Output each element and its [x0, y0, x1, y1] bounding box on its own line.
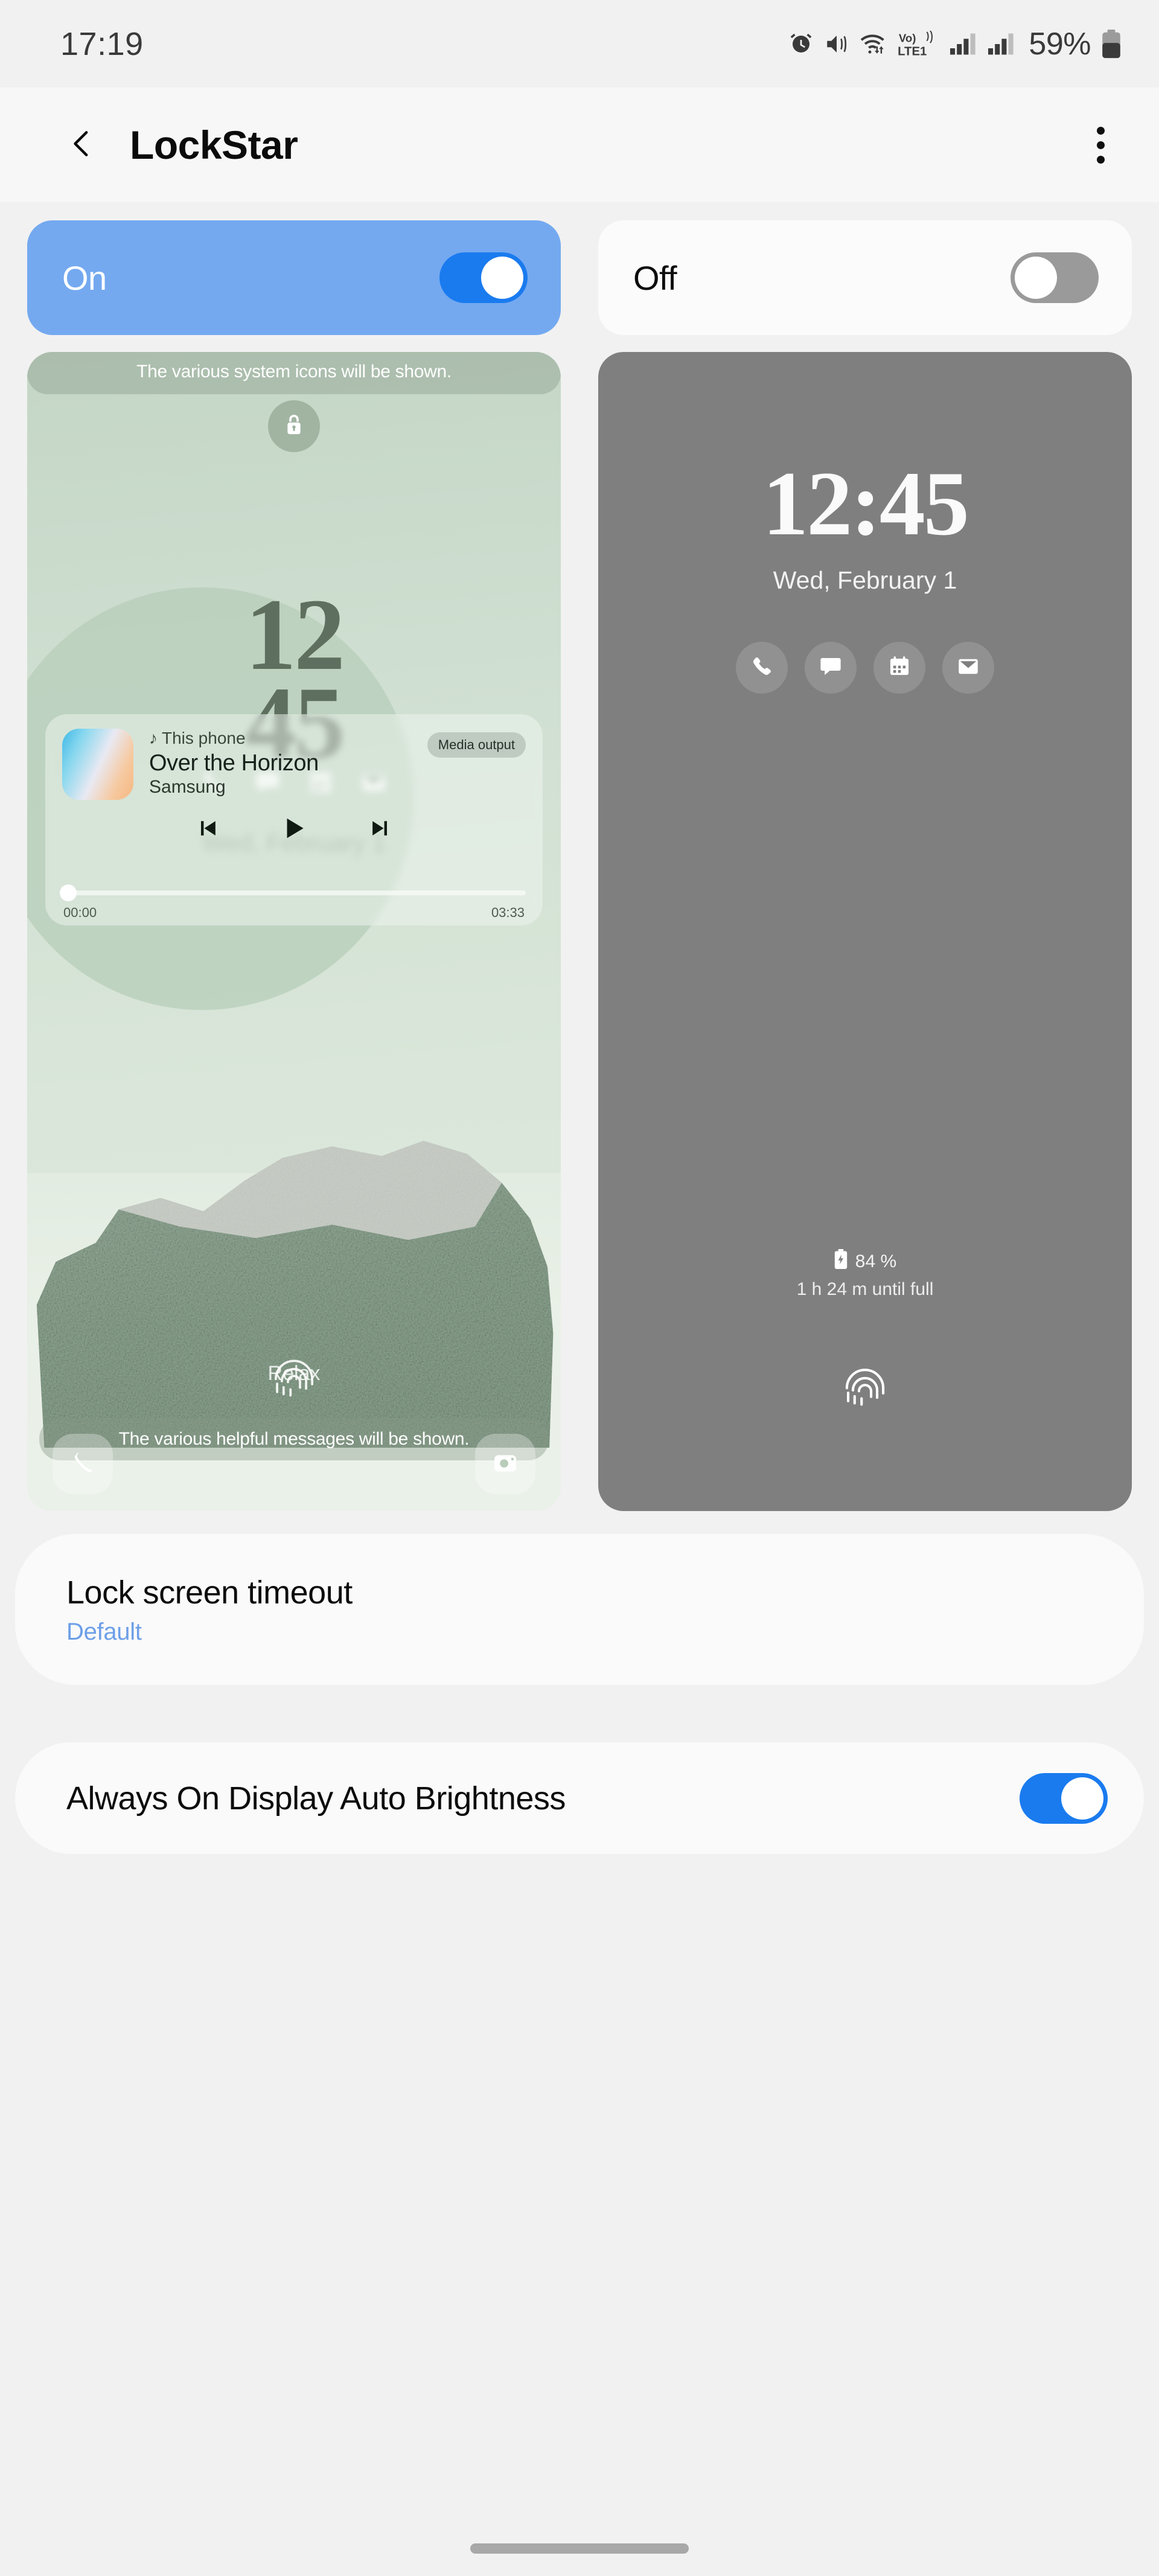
aod-auto-brightness-title: Always On Display Auto Brightness — [66, 1780, 566, 1817]
battery-icon — [1101, 30, 1122, 59]
play-icon[interactable] — [279, 813, 309, 846]
alarm-icon — [788, 31, 814, 57]
aod-auto-brightness-switch[interactable] — [1020, 1773, 1108, 1824]
camera-icon — [491, 1449, 519, 1480]
kebab-dot — [1097, 127, 1105, 135]
skip-next-icon[interactable] — [367, 815, 394, 845]
media-elapsed-time: 00:00 — [63, 905, 97, 921]
mode-off-switch[interactable] — [1011, 252, 1099, 303]
aod-battery-row: 84 % — [598, 1249, 1132, 1274]
media-track-title: Over the Horizon — [149, 750, 427, 776]
media-time-row: 00:00 03:33 — [63, 905, 525, 921]
switch-knob — [1061, 1777, 1103, 1820]
battery-charging-icon — [834, 1249, 848, 1274]
lock-icon-badge — [268, 400, 320, 452]
lock-preview-top-banner: The various system icons will be shown. — [27, 352, 561, 394]
setting-aod-auto-brightness[interactable]: Always On Display Auto Brightness — [15, 1742, 1144, 1854]
kebab-menu-icon[interactable] — [1079, 118, 1122, 172]
mode-off-label: Off — [633, 258, 677, 298]
lock-preview-phone-shortcut[interactable] — [53, 1434, 113, 1494]
aod-battery-status: 84 % 1 h 24 m until full — [598, 1249, 1132, 1300]
skip-previous-icon[interactable] — [194, 815, 221, 845]
back-chevron-icon — [65, 127, 98, 164]
lock-preview-camera-shortcut[interactable] — [475, 1434, 535, 1494]
mode-card-off[interactable]: Off — [598, 220, 1132, 335]
gesture-nav-bar — [0, 2520, 1159, 2576]
mode-card-on[interactable]: On — [27, 220, 561, 335]
lock-screen-preview[interactable]: The various system icons will be shown. … — [27, 352, 561, 1511]
aod-message-shortcut[interactable] — [805, 642, 857, 694]
media-track-artist: Samsung — [149, 777, 427, 797]
lock-timeout-text-group: Lock screen timeout Default — [66, 1574, 353, 1646]
switch-knob — [481, 257, 523, 299]
lock-timeout-value: Default — [66, 1619, 353, 1646]
media-duration-time: 03:33 — [491, 905, 525, 921]
aod-shortcuts — [598, 642, 1132, 694]
aod-battery-time-remaining: 1 h 24 m until full — [598, 1279, 1132, 1300]
lock-preview-top-banner-text: The various system icons will be shown. — [27, 362, 561, 382]
lock-preview-bottom-banner-text: The various helpful messages will be sho… — [39, 1429, 549, 1449]
media-progress-knob[interactable] — [60, 884, 77, 901]
media-output-button[interactable]: Media output — [427, 732, 526, 758]
phone-icon — [749, 654, 774, 682]
status-bar-clock: 17:19 — [60, 25, 144, 63]
volte1-icon: Vo) LTE1 — [898, 31, 939, 57]
signal-sim1-icon — [949, 31, 977, 57]
aod-phone-shortcut[interactable] — [736, 642, 788, 694]
back-button[interactable] — [57, 121, 106, 169]
media-meta: ♪ This phone Over the Horizon Samsung — [149, 729, 427, 797]
signal-sim2-icon — [987, 31, 1015, 57]
preview-row: The various system icons will be shown. … — [0, 335, 1159, 1511]
lock-preview-bottom-banner: The various helpful messages will be sho… — [39, 1418, 549, 1460]
switch-knob — [1015, 257, 1057, 299]
aod-date: Wed, February 1 — [598, 566, 1132, 595]
settings-list: Lock screen timeout Default Always On Di… — [0, 1511, 1159, 1854]
media-controls — [62, 813, 526, 846]
mail-icon — [956, 654, 981, 682]
phone-icon — [69, 1449, 97, 1480]
media-progress-bar[interactable] — [62, 890, 526, 895]
kebab-dot — [1097, 141, 1105, 149]
page-title: LockStar — [130, 122, 1079, 168]
aod-clock: 12:45 — [598, 458, 1132, 549]
battery-percent-label: 59% — [1029, 26, 1091, 62]
music-note-icon: ♪ — [149, 729, 158, 748]
fingerprint-icon[interactable] — [268, 1350, 320, 1405]
kebab-dot — [1097, 156, 1105, 164]
aod-battery-percent: 84 % — [855, 1251, 896, 1272]
message-icon — [818, 654, 843, 682]
setting-lock-screen-timeout[interactable]: Lock screen timeout Default — [15, 1534, 1144, 1685]
aod-preview[interactable]: 12:45 Wed, February 1 — [598, 352, 1132, 1511]
media-source-label: This phone — [162, 729, 246, 748]
mode-on-label: On — [62, 258, 107, 298]
media-source-row: ♪ This phone — [149, 729, 427, 748]
aod-calendar-shortcut[interactable] — [873, 642, 925, 694]
mute-vibrate-icon — [824, 31, 849, 57]
app-bar: LockStar — [0, 88, 1159, 202]
aod-mail-shortcut[interactable] — [942, 642, 994, 694]
gesture-nav-pill[interactable] — [470, 2543, 689, 2554]
calendar-icon — [887, 654, 912, 682]
mode-toggle-row: On Off — [0, 202, 1159, 335]
wifi-data-icon — [860, 31, 887, 57]
status-bar-icons: Vo) LTE1 59% — [788, 26, 1122, 62]
fingerprint-icon[interactable] — [839, 1360, 891, 1414]
status-bar: 17:19 Vo) LTE1 — [0, 0, 1159, 88]
lock-timeout-title: Lock screen timeout — [66, 1574, 353, 1611]
svg-text:Vo): Vo) — [899, 31, 916, 44]
mode-on-switch[interactable] — [439, 252, 528, 303]
svg-text:LTE1: LTE1 — [898, 45, 927, 57]
lock-icon — [282, 413, 306, 440]
media-player-widget[interactable]: ♪ This phone Over the Horizon Samsung Me… — [45, 714, 543, 925]
album-art — [62, 729, 133, 800]
media-header: ♪ This phone Over the Horizon Samsung Me… — [62, 729, 526, 800]
